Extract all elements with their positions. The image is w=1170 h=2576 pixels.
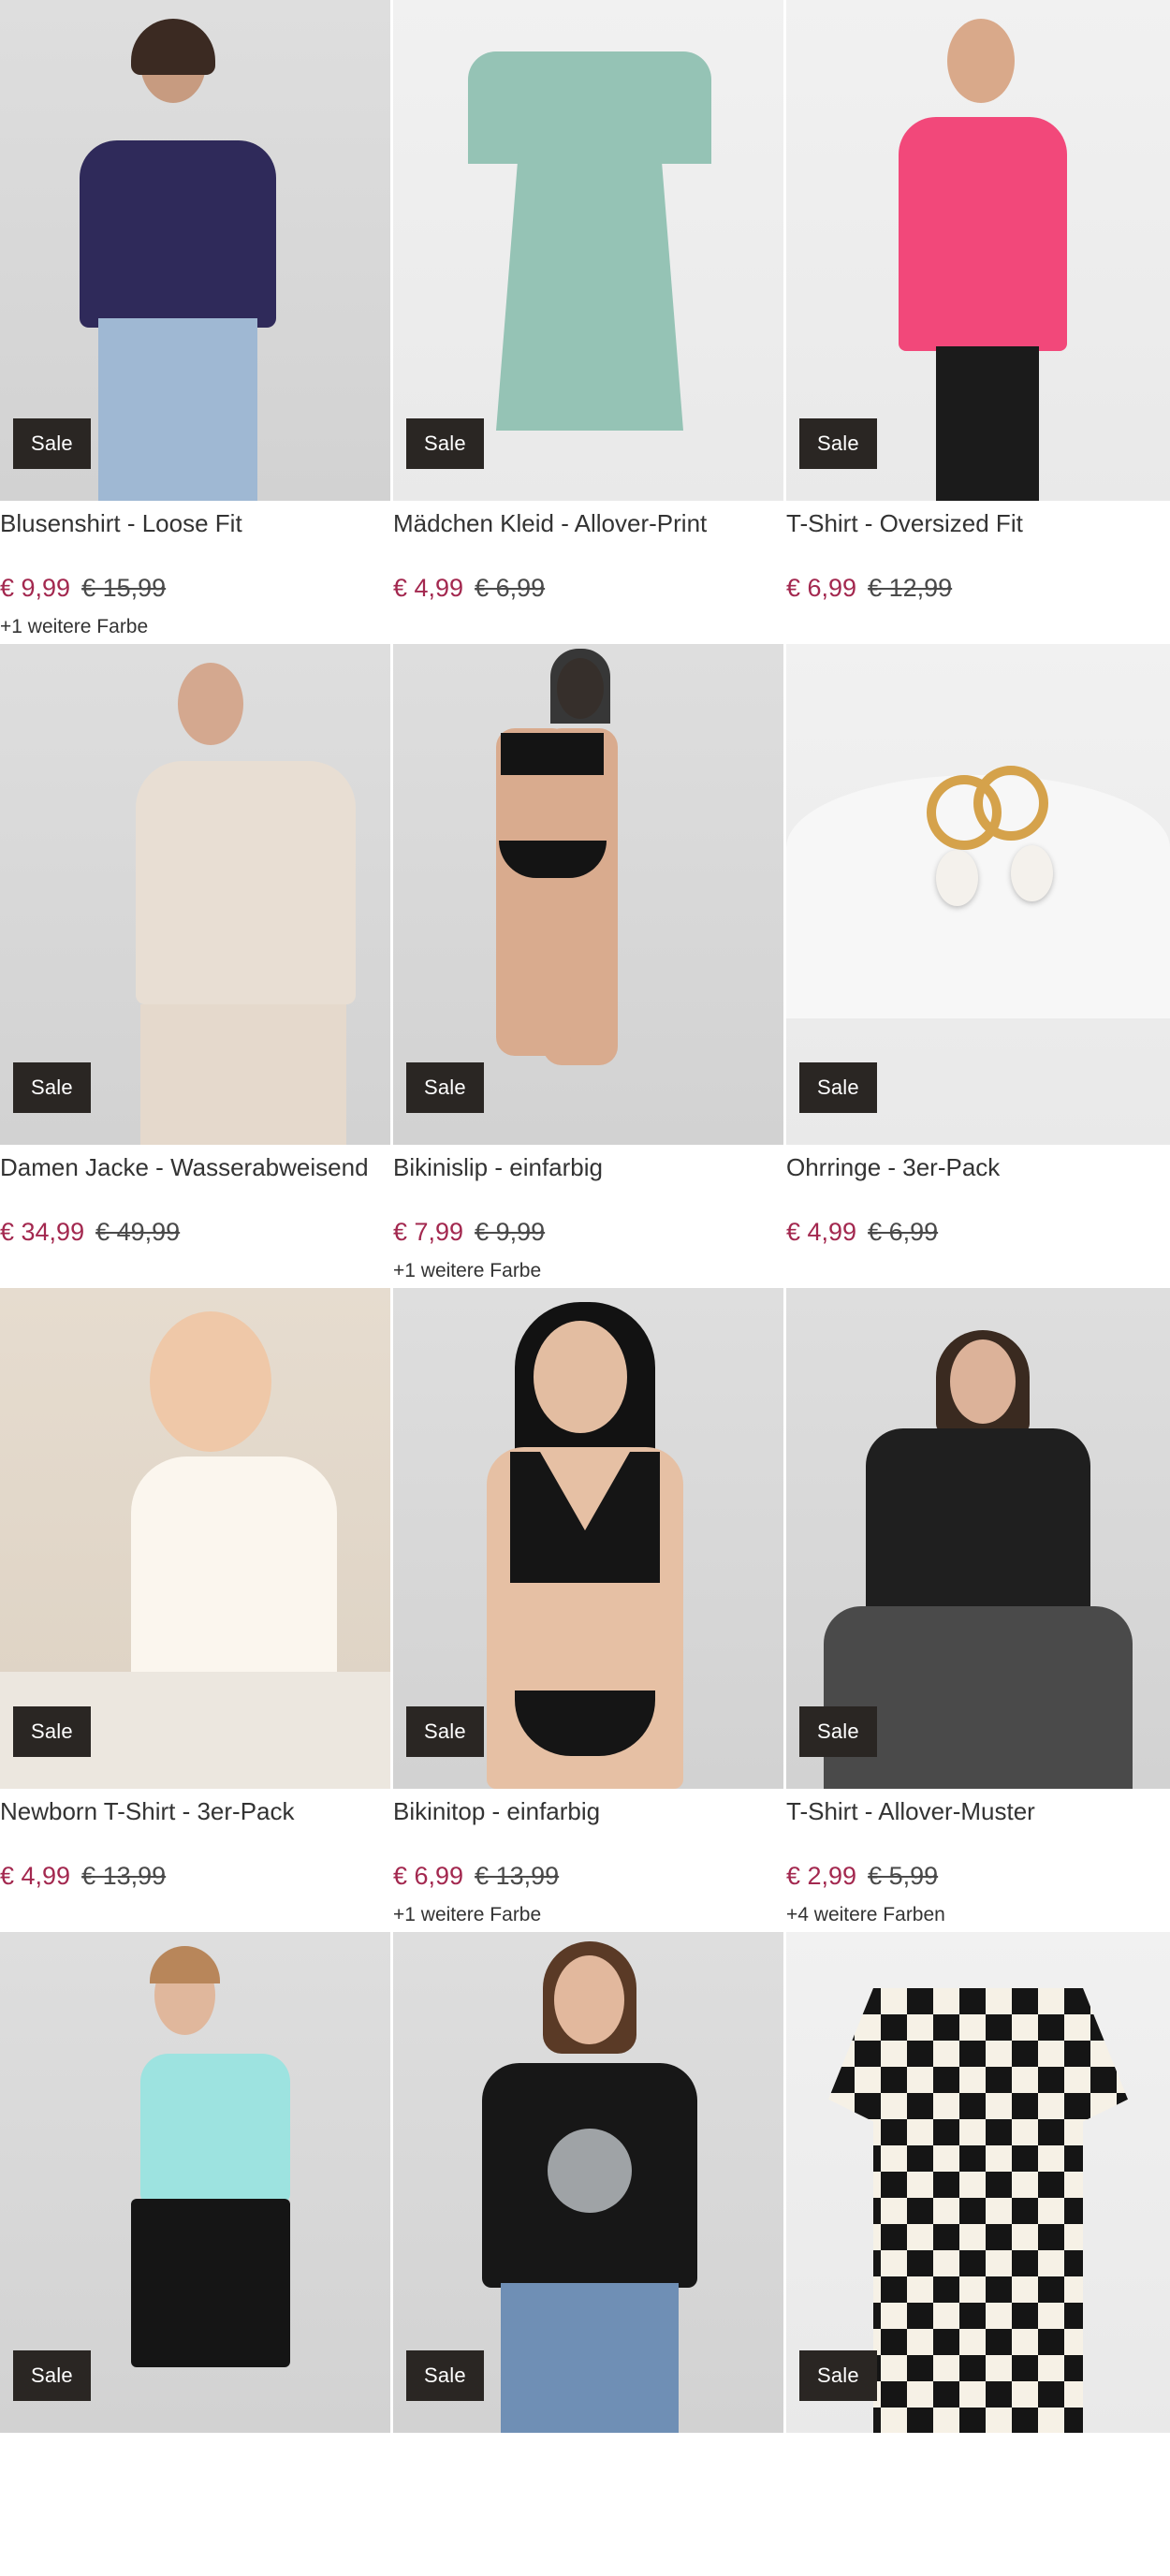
product-card[interactable]: Sale Bikinislip - einfarbig € 7,99 € 9,99… [393,644,783,1288]
old-price: € 9,99 [475,1218,546,1246]
old-price: € 5,99 [868,1862,939,1890]
sale-badge: Sale [13,418,91,469]
product-title[interactable]: Bikinitop - einfarbig [393,1797,783,1826]
current-price: € 34,99 [0,1218,85,1246]
product-image[interactable]: Sale [393,1288,783,1789]
product-image[interactable]: Sale [393,644,783,1145]
price-row [786,2468,1170,2497]
price-row: € 9,99 € 15,99 [0,574,390,603]
price-row: € 7,99 € 9,99 [393,1218,783,1247]
price-row: € 2,99 € 5,99 [786,1862,1170,1891]
price-row: € 6,99 € 12,99 [786,574,1170,603]
product-image[interactable]: Sale [393,0,783,501]
current-price: € 6,99 [393,1862,464,1890]
price-row: € 4,99 € 6,99 [786,1218,1170,1247]
product-image[interactable]: Sale [786,1932,1170,2433]
product-card[interactable]: Sale T-Shirt - Allover-Muster € 2,99 € 5,… [786,1288,1170,1932]
product-card[interactable]: Sale Newborn T-Shirt - 3er-Pack € 4,99 € … [0,1288,390,1932]
product-title[interactable]: Mädchen Kleid - Allover-Print [393,509,783,538]
price-row: € 4,99 € 6,99 [393,574,783,603]
current-price: € 4,99 [786,1218,857,1246]
product-image[interactable]: Sale [786,1288,1170,1789]
sale-badge: Sale [13,1062,91,1113]
sale-badge: Sale [799,2350,877,2401]
product-title[interactable]: Blusenshirt - Loose Fit [0,509,390,538]
sale-badge: Sale [406,1062,484,1113]
sale-badge: Sale [13,2350,91,2401]
sale-badge: Sale [406,1706,484,1757]
product-card[interactable]: Sale Bikinitop - einfarbig € 6,99 € 13,99… [393,1288,783,1932]
product-card[interactable]: Sale Ohrringe - 3er-Pack € 4,99 € 6,99 [786,644,1170,1288]
product-image[interactable]: Sale [0,1288,390,1789]
price-row [393,2468,783,2497]
more-colors[interactable]: +1 weitere Farbe [393,1260,783,1282]
current-price: € 2,99 [786,1862,857,1890]
current-price: € 4,99 [393,574,464,602]
current-price: € 6,99 [786,574,857,602]
price-row [0,2468,390,2497]
product-image[interactable]: Sale [393,1932,783,2433]
old-price: € 6,99 [868,1218,939,1246]
product-image[interactable]: Sale [0,0,390,501]
product-title[interactable]: Ohrringe - 3er-Pack [786,1153,1170,1182]
current-price: € 9,99 [0,574,71,602]
sale-badge: Sale [799,1062,877,1113]
old-price: € 15,99 [81,574,167,602]
product-card[interactable]: Sale [0,1932,390,2576]
current-price: € 4,99 [0,1862,71,1890]
sale-badge: Sale [406,418,484,469]
product-image[interactable]: Sale [786,0,1170,501]
product-title[interactable]: Newborn T-Shirt - 3er-Pack [0,1797,390,1826]
more-colors[interactable]: +1 weitere Farbe [0,616,390,638]
old-price: € 12,99 [868,574,953,602]
current-price: € 7,99 [393,1218,464,1246]
old-price: € 13,99 [475,1862,560,1890]
product-card[interactable]: Sale Mädchen Kleid - Allover-Print € 4,9… [393,0,783,644]
price-row: € 4,99 € 13,99 [0,1862,390,1891]
sale-badge: Sale [799,1706,877,1757]
old-price: € 13,99 [81,1862,167,1890]
old-price: € 6,99 [475,574,546,602]
product-card[interactable]: Sale [786,1932,1170,2576]
product-image[interactable]: Sale [0,1932,390,2433]
product-title[interactable]: Damen Jacke - Wasserabweisend [0,1153,390,1182]
sale-badge: Sale [799,418,877,469]
product-card[interactable]: Sale T-Shirt - Oversized Fit € 6,99 € 12,… [786,0,1170,644]
old-price: € 49,99 [95,1218,181,1246]
product-title[interactable]: T-Shirt - Oversized Fit [786,509,1170,538]
more-colors[interactable]: +4 weitere Farben [786,1904,1170,1926]
product-card[interactable]: Sale Blusenshirt - Loose Fit € 9,99 € 15,… [0,0,390,644]
product-title[interactable]: Bikinislip - einfarbig [393,1153,783,1182]
sale-badge: Sale [406,2350,484,2401]
price-row: € 34,99 € 49,99 [0,1218,390,1247]
product-grid: Sale Blusenshirt - Loose Fit € 9,99 € 15,… [0,0,1170,2576]
product-image[interactable]: Sale [786,644,1170,1145]
product-title[interactable]: T-Shirt - Allover-Muster [786,1797,1170,1826]
sale-badge: Sale [13,1706,91,1757]
price-row: € 6,99 € 13,99 [393,1862,783,1891]
product-image[interactable]: Sale [0,644,390,1145]
product-card[interactable]: Sale Damen Jacke - Wasserabweisend € 34,… [0,644,390,1288]
product-card[interactable]: Sale [393,1932,783,2576]
more-colors[interactable]: +1 weitere Farbe [393,1904,783,1926]
